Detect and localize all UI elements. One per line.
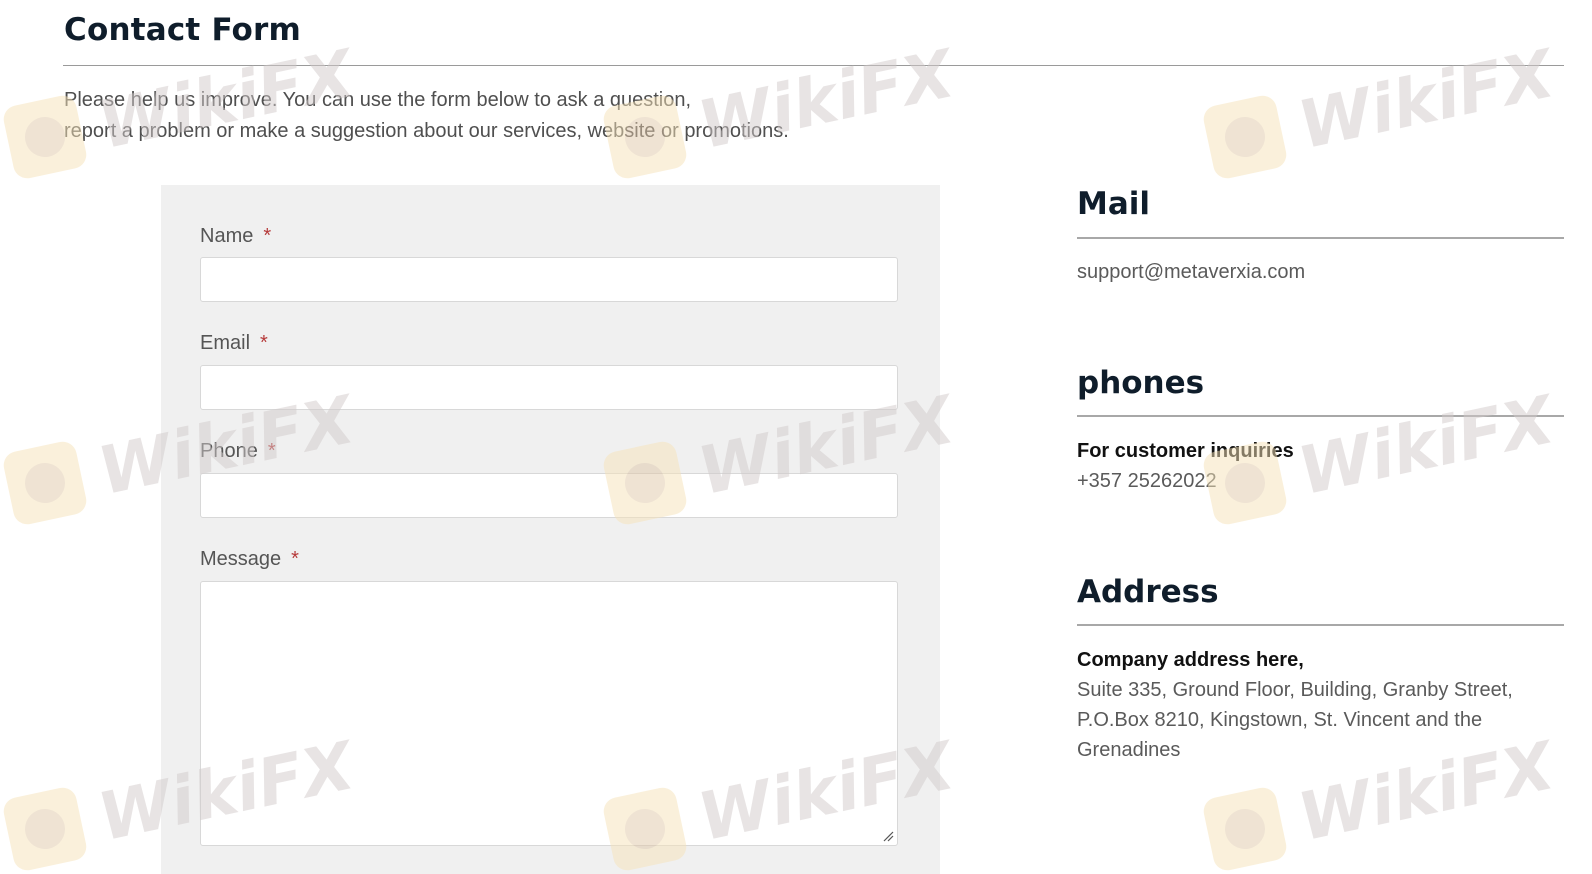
resize-handle-icon[interactable] <box>883 831 894 842</box>
message-field[interactable] <box>200 581 898 846</box>
address-line-3: Grenadines <box>1077 739 1181 761</box>
intro-text: Please help us improve. You can use the … <box>64 85 944 147</box>
message-label-text: Message <box>200 548 282 570</box>
name-field[interactable] <box>200 257 898 302</box>
page-title: Contact Form <box>64 12 302 48</box>
email-label-text: Email <box>200 332 251 354</box>
address-line-2: P.O.Box 8210, Kingstown, St. Vincent and… <box>1077 709 1483 731</box>
watermark: WikiFX <box>1201 727 1560 873</box>
contact-form: Name * Email * Phone * Message * <box>161 185 940 874</box>
watermark-logo-icon <box>1201 93 1289 181</box>
mail-address: support@metaverxia.com <box>1077 261 1306 283</box>
phone-required-mark: * <box>267 440 276 462</box>
name-label-text: Name <box>200 225 254 247</box>
address-label: Company address here, <box>1077 649 1304 671</box>
name-label: Name * <box>200 225 271 248</box>
address-line-1: Suite 335, Ground Floor, Building, Granb… <box>1077 679 1513 701</box>
intro-line-1: Please help us improve. You can use the … <box>64 89 692 111</box>
mail-divider <box>1077 237 1564 239</box>
watermark-logo-icon <box>1 439 89 527</box>
email-required-mark: * <box>260 332 268 354</box>
watermark-text: WikiFX <box>1291 35 1561 165</box>
watermark-logo-icon <box>1201 785 1289 873</box>
intro-line-2: report a problem or make a suggestion ab… <box>64 120 789 142</box>
mail-heading: Mail <box>1077 186 1151 222</box>
name-required-mark: * <box>263 225 272 247</box>
phones-divider <box>1077 415 1564 417</box>
phones-label: For customer inquiries <box>1077 440 1294 462</box>
message-label: Message * <box>200 548 299 571</box>
email-field[interactable] <box>200 365 898 410</box>
address-text: Suite 335, Ground Floor, Building, Granb… <box>1077 675 1513 765</box>
phone-label: Phone * <box>200 440 276 463</box>
watermark-logo-icon <box>1 785 89 873</box>
address-heading: Address <box>1077 574 1219 610</box>
phone-field[interactable] <box>200 473 898 518</box>
watermark-text: WikiFX <box>1291 381 1561 511</box>
phones-heading: phones <box>1077 365 1205 401</box>
title-divider <box>63 65 1564 66</box>
address-divider <box>1077 624 1564 626</box>
message-required-mark: * <box>291 548 299 570</box>
phone-number: +357 25262022 <box>1077 470 1217 492</box>
phone-label-text: Phone <box>200 440 258 462</box>
watermark: WikiFX <box>1201 35 1560 181</box>
email-label: Email * <box>200 332 268 355</box>
